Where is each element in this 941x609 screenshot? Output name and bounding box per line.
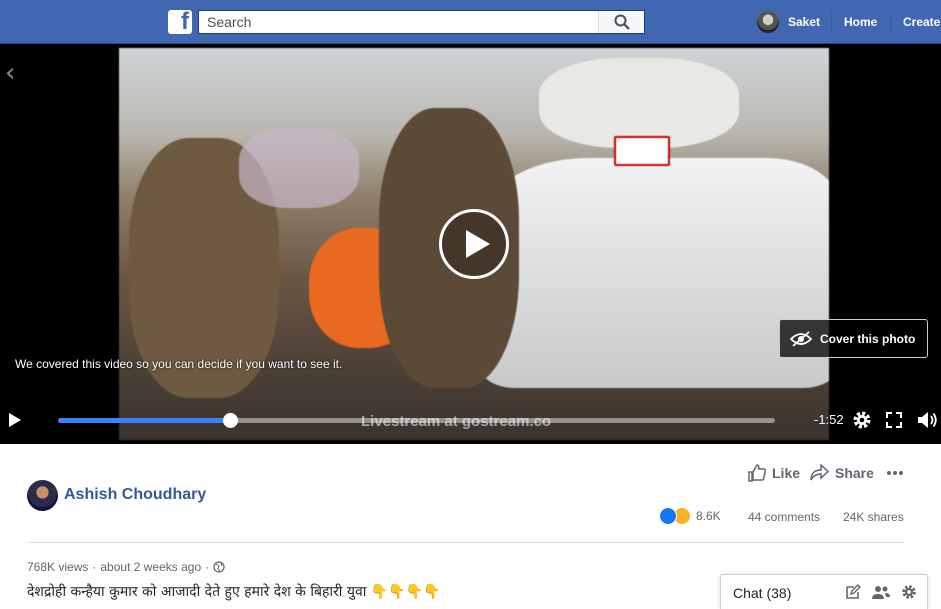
- progress-handle[interactable]: [223, 413, 239, 428]
- search-button[interactable]: [598, 11, 644, 33]
- chat-label: Chat (38): [733, 585, 792, 601]
- progress-slider[interactable]: [58, 413, 775, 428]
- eye-hidden-icon: [790, 330, 812, 347]
- fullscreen-icon[interactable]: [886, 412, 902, 428]
- globe-icon: [213, 561, 225, 573]
- search-icon: [614, 14, 630, 30]
- play-icon: [466, 230, 490, 258]
- avatar: [757, 11, 779, 33]
- nav-divider: [831, 12, 832, 32]
- search-box[interactable]: [198, 10, 645, 34]
- video-stage: ‹ We covered this video so you can decid…: [0, 44, 941, 444]
- author-avatar[interactable]: [27, 480, 58, 511]
- separator-dot: ·: [205, 560, 210, 574]
- compose-icon[interactable]: [845, 584, 861, 600]
- search-input[interactable]: [199, 11, 599, 33]
- divider: [27, 542, 904, 543]
- thumbs-up-icon: [748, 464, 766, 482]
- like-reaction-icon: [659, 507, 677, 525]
- like-button[interactable]: Like: [748, 464, 800, 482]
- views-count: 768K views: [27, 560, 89, 574]
- separator-dot: ·: [92, 560, 97, 574]
- reaction-count: 8.6K: [696, 509, 721, 523]
- crowd-shape: [239, 128, 359, 208]
- progress-fill: [58, 418, 231, 423]
- share-button[interactable]: Share: [810, 464, 874, 481]
- more-options-icon[interactable]: [886, 470, 904, 476]
- volume-icon[interactable]: [917, 410, 939, 430]
- cover-photo-button[interactable]: Cover this photo: [779, 319, 928, 358]
- car-roof-sign: [614, 136, 670, 166]
- new-group-icon[interactable]: [872, 584, 890, 600]
- play-icon[interactable]: [8, 412, 22, 428]
- time-remaining: -1:52: [814, 412, 844, 427]
- nav-create-link[interactable]: Create: [903, 15, 940, 29]
- share-label: Share: [835, 464, 874, 481]
- cover-photo-label: Cover this photo: [820, 331, 916, 346]
- previous-arrow-icon[interactable]: ‹: [5, 58, 15, 88]
- post-caption: देशद्रोही कन्हैया कुमार को आजादी देते हु…: [27, 584, 441, 600]
- user-name: Saket: [788, 15, 821, 29]
- nav-divider: [890, 12, 891, 32]
- gear-icon[interactable]: [901, 584, 917, 600]
- comments-count[interactable]: 44 comments: [748, 510, 820, 524]
- play-button-large[interactable]: [439, 209, 509, 279]
- author-name[interactable]: Ashish Choudhary: [64, 486, 206, 504]
- covered-video-message: We covered this video so you can decide …: [15, 357, 343, 371]
- profile-link[interactable]: Saket: [757, 11, 820, 33]
- nav-home-link[interactable]: Home: [844, 15, 877, 29]
- facebook-logo[interactable]: f: [168, 8, 192, 35]
- car-shape: [479, 158, 829, 388]
- like-label: Like: [772, 465, 801, 481]
- building-shape: [539, 58, 739, 148]
- gear-icon[interactable]: [852, 410, 872, 430]
- reactions-summary[interactable]: 8.6K: [659, 507, 721, 525]
- share-icon: [810, 464, 829, 481]
- top-navigation-bar: f Saket Home Create: [0, 0, 941, 44]
- views-line: 768K views · about 2 weeks ago ·: [27, 560, 225, 574]
- video-controls: -1:52: [0, 404, 941, 436]
- shares-count[interactable]: 24K shares: [843, 510, 904, 524]
- post-time[interactable]: about 2 weeks ago: [100, 560, 201, 574]
- chat-tab[interactable]: Chat (38): [720, 574, 928, 609]
